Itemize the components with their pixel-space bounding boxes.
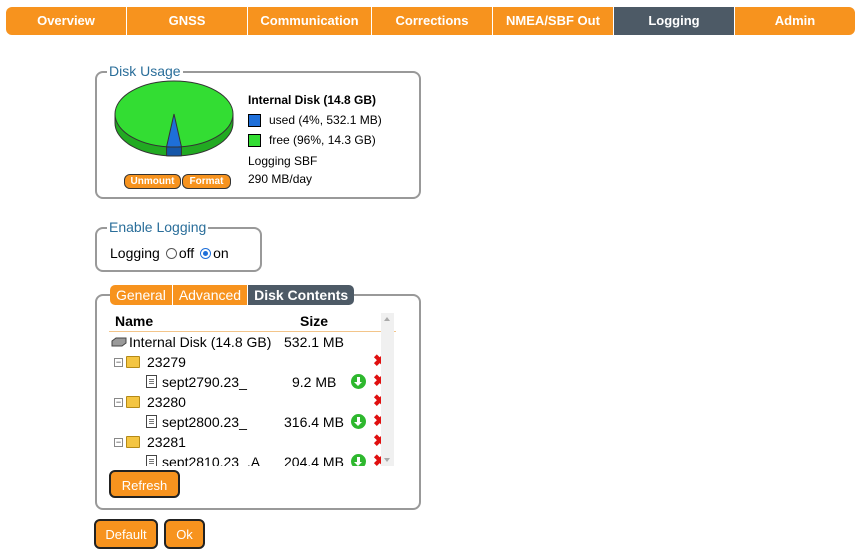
tab-logging[interactable]: Logging	[614, 7, 735, 35]
default-button[interactable]: Default	[94, 519, 158, 549]
free-legend: free (96%, 14.3 GB)	[248, 133, 376, 147]
free-label: free (96%, 14.3 GB)	[269, 133, 376, 147]
folder-name: 23281	[147, 434, 186, 450]
file-icon	[146, 415, 157, 428]
file-name: sept2800.23_	[162, 414, 247, 430]
file-name: sept2790.23_	[162, 374, 247, 390]
logging-radio-group: Logging off on	[110, 245, 229, 261]
file-tree: Name Size Internal Disk (14.8 GB) 532.1 …	[109, 313, 396, 466]
logging-on-label[interactable]: on	[213, 245, 229, 261]
disk-usage-panel: Disk Usage Internal Disk (14.8 GB) used …	[95, 63, 421, 199]
tab-communication[interactable]: Communication	[248, 7, 372, 35]
pie-used-side	[166, 146, 182, 157]
folder-name: 23279	[147, 354, 186, 370]
format-button[interactable]: Format	[182, 174, 231, 189]
file-row[interactable]: sept2800.23_ 316.4 MB ✖	[109, 412, 396, 432]
tab-gnss[interactable]: GNSS	[127, 7, 248, 35]
file-row[interactable]: sept2790.23_ 9.2 MB ✖	[109, 372, 396, 392]
tab-advanced[interactable]: Advanced	[172, 285, 249, 305]
enable-logging-panel: Enable Logging Logging off on	[95, 219, 262, 272]
folder-row[interactable]: − 23280 ✖	[109, 392, 396, 412]
tab-nmea-sbf-out[interactable]: NMEA/SBF Out	[493, 7, 614, 35]
disk-name: Internal Disk (14.8 GB)	[248, 93, 377, 107]
folder-icon	[126, 396, 140, 408]
folder-row[interactable]: − 23279 ✖	[109, 352, 396, 372]
download-icon[interactable]	[351, 414, 366, 429]
scroll-up-icon[interactable]	[384, 317, 390, 321]
used-swatch	[248, 113, 261, 127]
logging-rate: 290 MB/day	[248, 172, 313, 186]
free-swatch	[248, 133, 261, 147]
collapse-icon[interactable]: −	[114, 398, 123, 407]
ok-button[interactable]: Ok	[164, 519, 205, 549]
tab-overview[interactable]: Overview	[6, 7, 127, 35]
folder-icon	[126, 356, 140, 368]
logging-off-label[interactable]: off	[179, 245, 194, 261]
folder-icon	[126, 436, 140, 448]
tab-corrections[interactable]: Corrections	[372, 7, 493, 35]
logging-type: Logging SBF	[248, 154, 318, 168]
folder-row[interactable]: − 23281 ✖	[109, 432, 396, 452]
tree-scrollbar[interactable]	[381, 313, 394, 466]
file-size: 204.4 MB	[284, 454, 344, 466]
used-label: used (4%, 532.1 MB)	[269, 113, 382, 127]
tree-header: Name Size	[109, 313, 396, 332]
enable-logging-legend: Enable Logging	[107, 219, 209, 235]
logging-on-radio[interactable]	[200, 247, 212, 259]
disk-row-size: 532.1 MB	[284, 334, 344, 350]
scroll-down-icon[interactable]	[384, 458, 390, 462]
column-size-header: Size	[300, 313, 329, 329]
file-icon	[146, 375, 157, 388]
disk-row-name: Internal Disk (14.8 GB)	[129, 334, 272, 350]
used-legend: used (4%, 532.1 MB)	[248, 113, 382, 127]
file-size: 316.4 MB	[284, 414, 344, 430]
tab-general[interactable]: General	[110, 285, 173, 305]
file-icon	[146, 455, 157, 466]
logging-label: Logging	[110, 245, 160, 261]
folder-name: 23280	[147, 394, 186, 410]
logging-off-radio[interactable]	[165, 247, 177, 259]
disk-row[interactable]: Internal Disk (14.8 GB) 532.1 MB	[109, 332, 396, 352]
file-row[interactable]: sept2810.23_.A 204.4 MB ✖	[109, 452, 396, 466]
download-icon[interactable]	[351, 374, 366, 389]
download-icon[interactable]	[351, 454, 366, 466]
tab-admin[interactable]: Admin	[735, 7, 855, 35]
disk-contents-panel: General Advanced Disk Contents Name Size…	[95, 285, 421, 510]
main-nav: Overview GNSS Communication Corrections …	[6, 7, 855, 35]
file-name: sept2810.23_.A	[162, 454, 261, 466]
refresh-button[interactable]: Refresh	[109, 470, 180, 498]
disk-pie-chart	[114, 80, 234, 157]
file-size: 9.2 MB	[292, 374, 337, 390]
collapse-icon[interactable]: −	[114, 358, 123, 367]
hard-drive-icon	[111, 337, 127, 347]
tab-disk-contents[interactable]: Disk Contents	[248, 285, 355, 305]
logging-subtabs: General Advanced Disk Contents	[110, 285, 355, 305]
collapse-icon[interactable]: −	[114, 438, 123, 447]
unmount-button[interactable]: Unmount	[124, 174, 181, 189]
column-name-header: Name	[115, 313, 154, 329]
